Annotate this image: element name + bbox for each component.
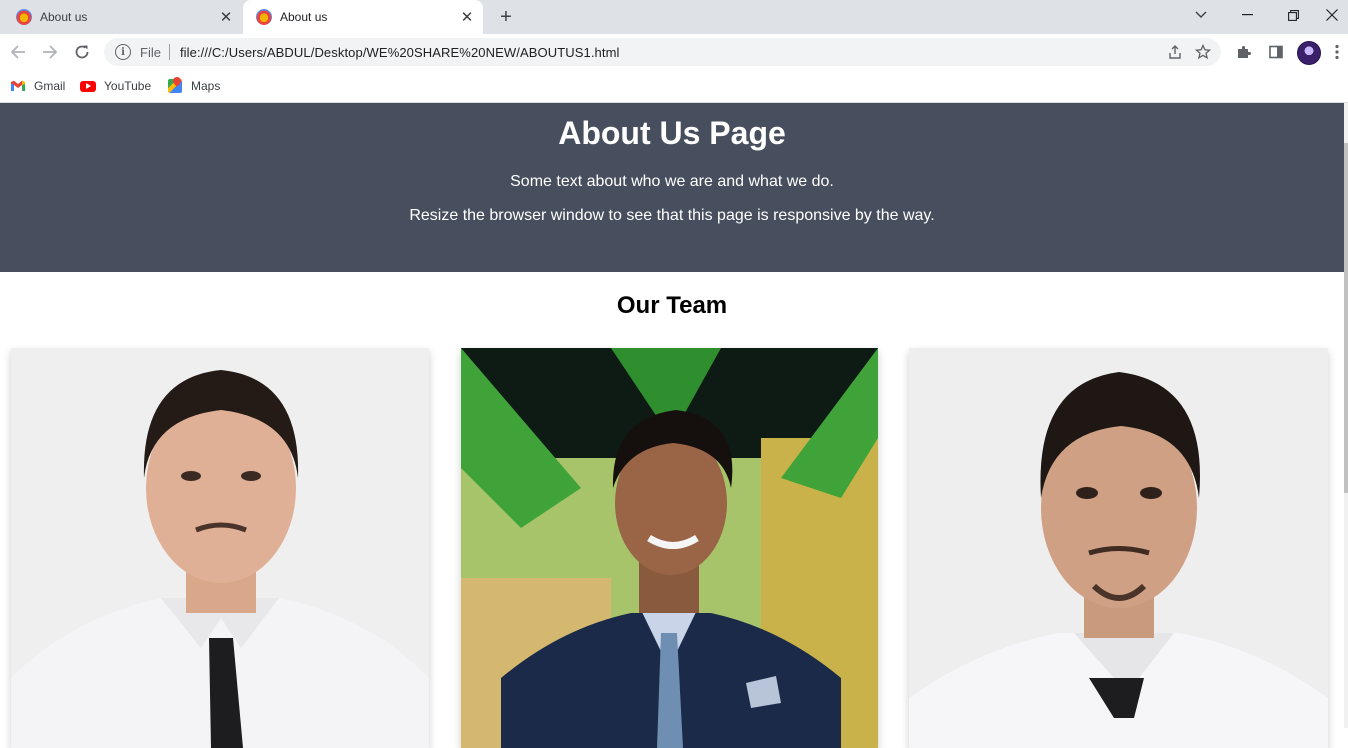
team-heading: Our Team (616, 292, 728, 319)
reload-icon (75, 45, 89, 59)
profile-avatar[interactable] (1297, 41, 1321, 65)
menu-kebab-icon[interactable] (1326, 38, 1348, 66)
arrow-left-icon (10, 45, 25, 59)
new-tab-button[interactable]: + (494, 5, 518, 29)
reload-button[interactable] (68, 38, 96, 66)
team-member-photo-2 (461, 348, 878, 748)
url-text[interactable]: file:///C:/Users/ABDUL/Desktop/WE%20SHAR… (180, 45, 1161, 60)
restore-button[interactable] (1270, 0, 1316, 30)
hero-text-2: Resize the browser window to see that th… (409, 207, 935, 224)
tab-favicon-icon (16, 9, 32, 25)
bookmark-label: Maps (191, 79, 221, 93)
scrollbar-thumb[interactable] (1344, 143, 1348, 493)
forward-button[interactable] (36, 38, 64, 66)
close-icon[interactable]: ✕ (457, 7, 477, 27)
bookmark-gmail[interactable]: Gmail (10, 76, 65, 96)
bookmark-label: YouTube (104, 79, 152, 93)
page-title: About Us Page (558, 115, 786, 151)
youtube-icon (80, 78, 96, 94)
close-window-button[interactable] (1316, 0, 1348, 30)
extensions-puzzle-icon[interactable] (1230, 38, 1258, 66)
back-button[interactable] (4, 38, 32, 66)
bookmark-youtube[interactable]: YouTube (80, 76, 151, 96)
close-icon[interactable]: ✕ (216, 7, 236, 27)
team-member-card-1 (11, 348, 429, 748)
address-divider (168, 44, 170, 60)
hero-text-1: Some text about who we are and what we d… (510, 173, 834, 190)
scheme-label: File (140, 44, 161, 60)
tab-strip: About us ✕ About us ✕ + (0, 0, 1348, 34)
maps-icon (167, 75, 183, 94)
tab-about-us-1[interactable]: About us ✕ (0, 0, 242, 34)
minimize-button[interactable] (1224, 0, 1270, 30)
bookmark-star-icon[interactable] (1189, 38, 1217, 66)
arrow-right-icon (43, 45, 58, 59)
address-bar[interactable]: i File file:///C:/Users/ABDUL/Desktop/WE… (104, 38, 1221, 66)
page-viewport: About Us Page Some text about who we are… (0, 103, 1348, 748)
team-member-card-2 (461, 348, 878, 748)
tab-search-chevron-down-icon[interactable] (1178, 0, 1224, 30)
bookmark-maps[interactable]: Maps (167, 75, 221, 96)
browser-toolbar: i File file:///C:/Users/ABDUL/Desktop/WE… (0, 34, 1348, 70)
gmail-icon (10, 78, 26, 94)
team-member-card-3 (909, 348, 1328, 748)
bookmark-label: Gmail (34, 79, 66, 93)
info-icon[interactable]: i (115, 44, 131, 60)
tab-title: About us (40, 10, 88, 24)
side-panel-icon[interactable] (1262, 38, 1290, 66)
team-member-photo-1 (11, 348, 429, 748)
page-scrollbar[interactable] (1344, 103, 1348, 728)
share-icon[interactable] (1161, 38, 1189, 66)
about-hero-section: About Us Page Some text about who we are… (0, 103, 1344, 272)
tab-about-us-2[interactable]: About us ✕ (243, 0, 483, 34)
bookmarks-bar: Gmail YouTube Maps (0, 70, 1348, 103)
team-member-photo-3 (909, 348, 1328, 748)
tab-favicon-icon (256, 9, 272, 25)
tab-title: About us (280, 10, 328, 24)
